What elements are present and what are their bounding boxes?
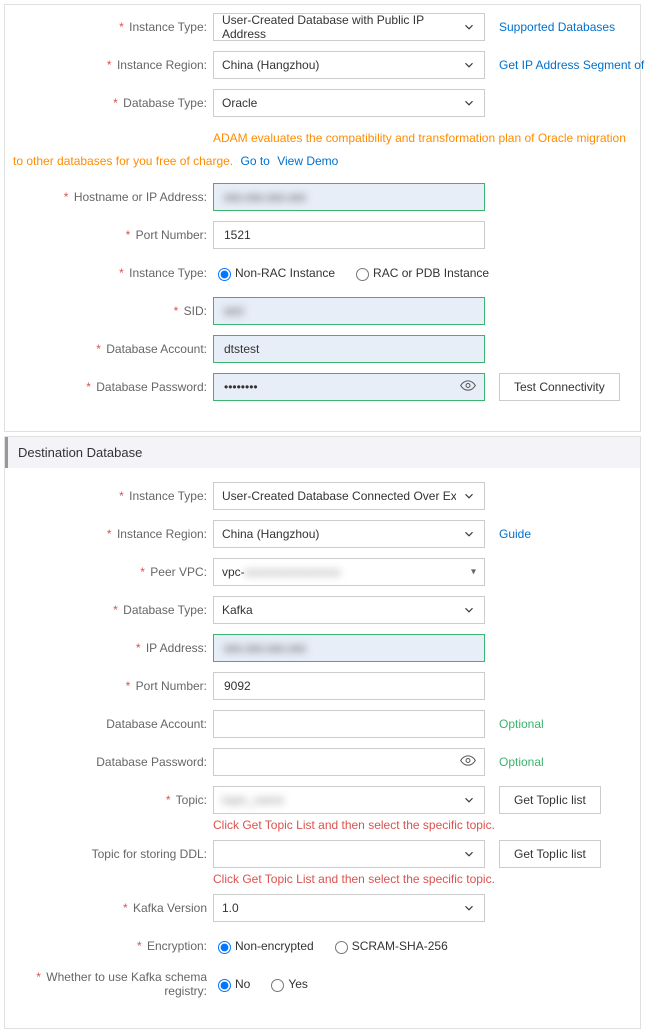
schema-yes-radio[interactable]: Yes	[266, 976, 308, 992]
instance-type-radio-group: Non-RAC Instance RAC or PDB Instance	[213, 265, 632, 281]
dest-db-password-label: Database Password:	[13, 755, 213, 769]
port-label: * Port Number:	[13, 228, 213, 242]
peer-vpc-select[interactable]: vpc-xxxxxxxxxxxxxxxx ▾	[213, 558, 485, 586]
destination-header: Destination Database	[5, 437, 640, 468]
topic-ddl-select[interactable]	[213, 840, 485, 868]
instance-type-label: * Instance Type:	[13, 20, 213, 34]
chevron-down-icon	[462, 603, 476, 617]
dest-database-type-label: * Database Type:	[13, 603, 213, 617]
kafka-version-select[interactable]: 1.0	[213, 894, 485, 922]
non-encrypted-radio[interactable]: Non-encrypted	[213, 938, 314, 954]
topic-hint: Click Get Topic List and then select the…	[213, 818, 632, 832]
topic-select[interactable]: topic_name	[213, 786, 485, 814]
chevron-down-icon	[462, 58, 476, 72]
eye-icon[interactable]	[460, 752, 476, 771]
dest-instance-type-label: * Instance Type:	[13, 489, 213, 503]
schema-registry-label: * Whether to use Kafka schema registry:	[13, 970, 213, 998]
schema-no-radio[interactable]: No	[213, 976, 250, 992]
chevron-down-icon	[462, 489, 476, 503]
sid-label: * SID:	[13, 304, 213, 318]
supported-databases-link[interactable]: Supported Databases	[499, 20, 615, 34]
destination-database-panel: Destination Database * Instance Type: Us…	[4, 436, 641, 1029]
get-ip-segment-link[interactable]: Get IP Address Segment of DTS	[499, 58, 645, 72]
ip-address-label: * IP Address:	[13, 641, 213, 655]
chevron-down-icon	[462, 527, 476, 541]
hostname-input[interactable]	[213, 183, 485, 211]
instance-type2-label: * Instance Type:	[13, 266, 213, 280]
dest-instance-type-select[interactable]: User-Created Database Connected Over Exp…	[213, 482, 485, 510]
non-rac-radio[interactable]: Non-RAC Instance	[213, 265, 335, 281]
peer-vpc-label: * Peer VPC:	[13, 565, 213, 579]
dest-port-input[interactable]	[213, 672, 485, 700]
chevron-down-icon	[462, 793, 476, 807]
topic-ddl-hint: Click Get Topic List and then select the…	[213, 872, 632, 886]
dest-port-label: * Port Number:	[13, 679, 213, 693]
scram-radio[interactable]: SCRAM-SHA-256	[330, 938, 448, 954]
port-input[interactable]	[213, 221, 485, 249]
instance-type-select[interactable]: User-Created Database with Public IP Add…	[213, 13, 485, 41]
sid-input[interactable]	[213, 297, 485, 325]
db-account-label: * Database Account:	[13, 342, 213, 356]
kafka-version-label: * Kafka Version	[13, 901, 213, 915]
schema-registry-radio-group: No Yes	[213, 976, 632, 992]
instance-region-select[interactable]: China (Hangzhou)	[213, 51, 485, 79]
dest-instance-region-select[interactable]: China (Hangzhou)	[213, 520, 485, 548]
instance-region-label: * Instance Region:	[13, 58, 213, 72]
chevron-down-icon	[462, 901, 476, 915]
caret-down-icon: ▾	[471, 566, 476, 577]
dest-database-type-select[interactable]: Kafka	[213, 596, 485, 624]
eye-icon[interactable]	[460, 377, 476, 396]
rac-radio[interactable]: RAC or PDB Instance	[351, 265, 489, 281]
dest-db-account-label: Database Account:	[13, 717, 213, 731]
optional-label: Optional	[499, 717, 544, 731]
database-type-select[interactable]: Oracle	[213, 89, 485, 117]
db-password-label: * Database Password:	[13, 380, 213, 394]
optional-label: Optional	[499, 755, 544, 769]
adam-goto-link[interactable]: Go to	[240, 154, 269, 168]
adam-note: ADAM evaluates the compatibility and tra…	[13, 127, 632, 173]
database-type-label: * Database Type:	[13, 96, 213, 110]
hostname-label: * Hostname or IP Address:	[13, 190, 213, 204]
dest-db-account-input[interactable]	[213, 710, 485, 738]
chevron-down-icon	[462, 96, 476, 110]
dest-instance-region-label: * Instance Region:	[13, 527, 213, 541]
encryption-radio-group: Non-encrypted SCRAM-SHA-256	[213, 938, 632, 954]
source-database-panel: * Instance Type: User-Created Database w…	[4, 4, 641, 432]
get-topic-list-button-2[interactable]: Get TopIic list	[499, 840, 601, 868]
encryption-label: * Encryption:	[13, 939, 213, 953]
get-topic-list-button[interactable]: Get TopIic list	[499, 786, 601, 814]
test-connectivity-button[interactable]: Test Connectivity	[499, 373, 620, 401]
db-account-input[interactable]	[213, 335, 485, 363]
chevron-down-icon	[462, 20, 476, 34]
chevron-down-icon	[462, 847, 476, 861]
topic-label: * Topic:	[13, 793, 213, 807]
topic-ddl-label: Topic for storing DDL:	[13, 847, 213, 861]
adam-viewdemo-link[interactable]: View Demo	[277, 154, 338, 168]
db-password-input[interactable]	[213, 373, 485, 401]
ip-address-input[interactable]	[213, 634, 485, 662]
guide-link[interactable]: Guide	[499, 527, 531, 541]
dest-db-password-input[interactable]	[213, 748, 485, 776]
